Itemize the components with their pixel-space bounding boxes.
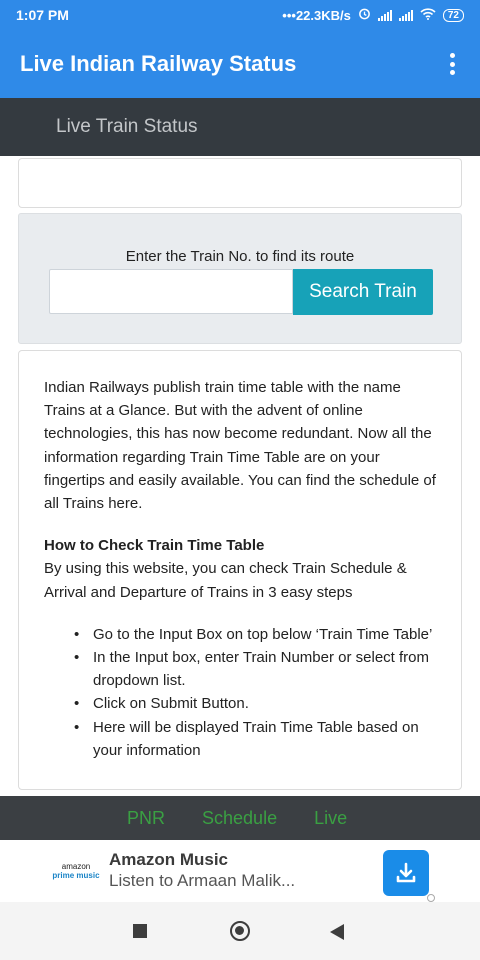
list-item: In the Input box, enter Train Number or … (74, 646, 436, 692)
intro-paragraph: Indian Railways publish train time table… (44, 379, 436, 513)
search-train-button[interactable]: Search Train (293, 269, 433, 315)
nav-link-live-train-status[interactable]: Live Train Status (56, 116, 198, 138)
status-bar: 1:07 PM •••22.3KB/s 72 (0, 0, 480, 30)
overflow-menu-icon[interactable] (444, 50, 460, 78)
list-item: Click on Submit Button. (74, 692, 436, 715)
home-icon[interactable] (230, 921, 250, 941)
empty-card (18, 158, 462, 208)
app-title: Live Indian Railway Status (20, 51, 297, 76)
status-time: 1:07 PM (16, 7, 69, 23)
recents-icon[interactable] (133, 924, 147, 938)
back-icon[interactable] (330, 924, 344, 940)
train-number-input[interactable] (49, 269, 293, 314)
top-nav: Live Train Status (0, 98, 480, 156)
tab-pnr[interactable]: PNR (127, 808, 165, 829)
ad-subtitle: Listen to Armaan Malik... (109, 871, 296, 890)
bottom-tab-bar: PNR Schedule Live (0, 796, 480, 840)
ad-banner[interactable]: amazon prime music Amazon Music Listen t… (0, 840, 480, 902)
tab-live[interactable]: Live (314, 808, 347, 829)
search-panel: Enter the Train No. to find its route Se… (18, 213, 462, 344)
download-icon (396, 862, 416, 883)
content-card: Indian Railways publish train time table… (18, 350, 462, 790)
alarm-icon (358, 7, 371, 23)
list-item: Here will be displayed Train Time Table … (74, 716, 436, 762)
ad-info-icon[interactable] (427, 894, 435, 902)
system-nav-bar (0, 902, 480, 960)
how-to-title: How to Check Train Time Table (44, 537, 265, 555)
amazon-music-logo: amazon prime music (52, 862, 100, 880)
download-button[interactable] (383, 850, 429, 896)
app-bar: Live Indian Railway Status (0, 30, 480, 98)
tab-schedule[interactable]: Schedule (202, 808, 277, 829)
how-to-text: By using this website, you can check Tra… (44, 560, 407, 601)
search-prompt: Enter the Train No. to find its route (125, 248, 355, 265)
ad-title: Amazon Music (109, 850, 229, 869)
battery-icon: 72 (442, 8, 464, 22)
wifi-icon (420, 7, 436, 23)
network-speed: •••22.3KB/s (282, 7, 351, 23)
steps-list: Go to the Input Box on top below ‘Train … (44, 623, 436, 762)
signal-icon-2 (398, 9, 413, 21)
signal-icon (377, 9, 392, 21)
list-item: Go to the Input Box on top below ‘Train … (74, 623, 436, 646)
